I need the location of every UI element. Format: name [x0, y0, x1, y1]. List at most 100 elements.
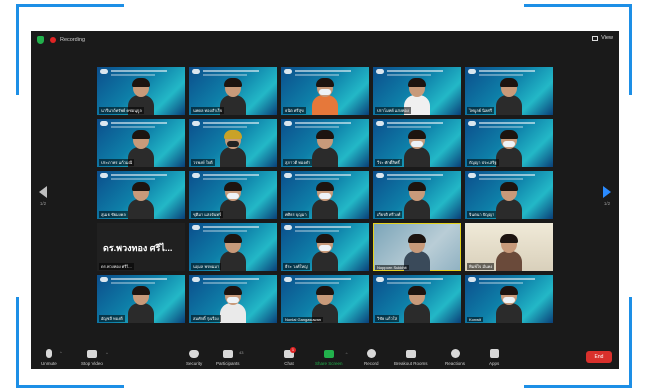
grid-view-icon	[592, 35, 599, 41]
event-logo	[284, 121, 292, 126]
participant-tile[interactable]: นฤมล พรหมมา	[189, 223, 277, 271]
participant-name: ไพบูลย์ นิลศรี	[467, 107, 494, 114]
apps-icon	[489, 349, 499, 358]
participant-avatar	[312, 182, 338, 219]
participant-tile[interactable]: พิมพ์ใจ มั่นคง	[465, 223, 553, 271]
breakout-rooms-label: Breakout Rooms	[394, 361, 428, 366]
arrow-left-icon	[39, 186, 47, 198]
microphone-muted-icon	[45, 349, 52, 358]
participant-tile[interactable]: สุเมธ ชัยมงคล	[97, 171, 185, 219]
event-logo	[284, 69, 292, 74]
stop-video-button[interactable]: ^ Stop Video	[81, 350, 108, 366]
participant-tile[interactable]: ชุติมา แสงจันทร์	[189, 171, 277, 219]
zoom-meeting-window: Recording View 1/2 1/2 นารีนาถ์ทรัพย์ คช…	[31, 31, 619, 369]
participant-name: Nonlai Gangasuwan	[283, 317, 324, 322]
share-screen-button[interactable]: ^ Share Screen	[315, 350, 348, 366]
recording-label: Recording	[60, 37, 86, 43]
chevron-up-icon[interactable]: ^	[60, 350, 62, 355]
shield-icon	[189, 350, 200, 358]
event-logo	[100, 173, 108, 178]
page-indicator-right: 1/2	[603, 201, 611, 206]
participant-avatar	[496, 234, 522, 271]
participant-name: ศศิธร บุญมา	[283, 211, 309, 218]
participant-name: ประภาพร แก้วมณี	[99, 159, 135, 166]
event-logo	[376, 121, 384, 126]
event-logo	[284, 173, 292, 178]
participant-name: เกียรติ ศรีวงศ์	[375, 211, 403, 218]
participant-tile[interactable]: วรพงษ์ ใจดี	[189, 119, 277, 167]
participant-name: พิมพ์ใจ มั่นคง	[467, 263, 495, 270]
participant-tile[interactable]: วีระ ศักดิ์สิทธิ์	[373, 119, 461, 167]
participant-avatar	[496, 78, 522, 115]
event-logo	[376, 173, 384, 178]
participant-tile[interactable]: เกียรติ ศรีวงศ์	[373, 171, 461, 219]
participants-icon	[222, 350, 233, 358]
participant-name: ธีระ วงศ์ใหญ่	[283, 263, 310, 270]
event-logo	[192, 277, 200, 282]
participant-tile[interactable]: จินตนา ปัญญา	[465, 171, 553, 219]
event-logo	[376, 277, 384, 282]
chat-button[interactable]: 1 Chat	[284, 347, 296, 366]
previous-page-button[interactable]: 1/2	[33, 186, 53, 206]
participant-tile[interactable]: วิชัย แก้วใส	[373, 275, 461, 323]
participant-avatar	[312, 234, 338, 271]
breakout-rooms-button[interactable]: Breakout Rooms	[394, 350, 428, 366]
record-icon	[366, 349, 376, 358]
security-button[interactable]: Security	[186, 350, 202, 366]
participant-avatar	[220, 182, 246, 219]
reactions-label: Reactions	[445, 361, 466, 366]
participant-name: Konwit	[467, 317, 484, 322]
chat-label: Chat	[284, 361, 294, 366]
next-page-button[interactable]: 1/2	[597, 186, 617, 206]
participant-tile[interactable]: นพดล ทองสำเร็จ	[189, 67, 277, 115]
view-button[interactable]: View	[592, 35, 613, 41]
participant-avatar	[128, 182, 154, 219]
event-logo	[100, 121, 108, 126]
participant-name: ธนิต ศรีสุข	[283, 107, 306, 114]
participant-avatar	[312, 78, 338, 115]
participant-tile[interactable]: ธีระ วงศ์ใหญ่	[281, 223, 369, 271]
participant-name-large: ดร.พวงทอง ศรีไ...	[103, 243, 173, 253]
participant-name: วรพงษ์ ใจดี	[191, 159, 215, 166]
participant-tile[interactable]: ปราโมทย์ แสงทอง	[373, 67, 461, 115]
participant-name: Nopporn Sukkhit	[375, 265, 409, 270]
event-logo	[468, 277, 476, 282]
apps-button[interactable]: Apps	[489, 349, 499, 366]
gallery-grid: นารีนาถ์ทรัพย์ คชอนุกูล นพดล ทองสำเร็จ ธ…	[97, 67, 553, 325]
record-button[interactable]: Record	[364, 349, 379, 366]
participant-tile[interactable]: Konwit	[465, 275, 553, 323]
meeting-top-bar: Recording	[31, 31, 619, 49]
participant-tile[interactable]: ศศิธร บุญมา	[281, 171, 369, 219]
participant-avatar	[496, 182, 522, 219]
participant-avatar	[128, 286, 154, 323]
participant-tile[interactable]: กัญญา ประเสริฐ	[465, 119, 553, 167]
participant-avatar	[220, 286, 246, 323]
chevron-up-icon[interactable]: ^	[346, 351, 348, 356]
participant-tile[interactable]: ดร.พวงทอง ศรีไ... ดร.พวงทอง ศรีไ...	[97, 223, 185, 271]
participant-tile[interactable]: นารีนาถ์ทรัพย์ คชอนุกูล	[97, 67, 185, 115]
reactions-button[interactable]: Reactions	[445, 349, 465, 366]
participant-tile[interactable]: สุภาวดี ทองคำ	[281, 119, 369, 167]
event-logo	[284, 277, 292, 282]
recording-icon	[50, 37, 56, 43]
participant-tile-active-speaker[interactable]: Nopporn Sukkhit	[373, 223, 461, 271]
participants-button[interactable]: 43 Participants	[216, 350, 244, 366]
chat-bubble-icon: 1	[284, 347, 296, 358]
end-meeting-button[interactable]: End	[586, 351, 612, 363]
unmute-button[interactable]: ^ Unmute	[41, 349, 62, 366]
event-logo	[376, 69, 384, 74]
stop-video-label: Stop Video	[81, 361, 103, 366]
chevron-up-icon[interactable]: ^	[106, 351, 108, 356]
participant-avatar	[404, 286, 430, 323]
participant-tile[interactable]: ธนิต ศรีสุข	[281, 67, 369, 115]
participant-tile[interactable]: ไพบูลย์ นิลศรี	[465, 67, 553, 115]
participant-tile[interactable]: ประภาพร แก้วมณี	[97, 119, 185, 167]
apps-label: Apps	[489, 361, 500, 366]
event-logo	[192, 173, 200, 178]
shield-icon[interactable]	[37, 36, 44, 44]
participant-avatar	[404, 130, 430, 167]
participant-tile[interactable]: สมศักดิ์ รุ่งเรือง	[189, 275, 277, 323]
participant-tile[interactable]: อัญชลี ทองดี	[97, 275, 185, 323]
participant-name: สมศักดิ์ รุ่งเรือง	[191, 315, 221, 322]
participant-tile[interactable]: Nonlai Gangasuwan	[281, 275, 369, 323]
